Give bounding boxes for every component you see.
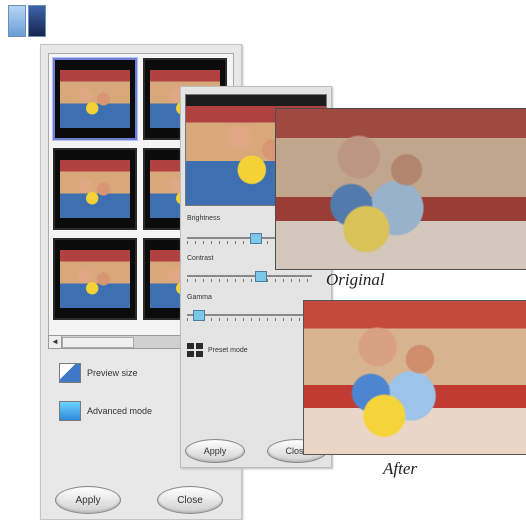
scrollbar-thumb[interactable] [62,337,134,348]
original-caption: Original [326,270,385,289]
brightness-label: Brightness [187,215,221,222]
advanced-apply-button[interactable]: Apply [185,439,245,463]
thumbnail-photo [60,70,130,128]
logo-light-half [8,5,26,37]
slider-ticks [187,279,312,282]
apply-button[interactable]: Apply [55,486,121,514]
app-logo-icon [8,5,46,37]
slider-knob[interactable] [250,233,262,244]
contrast-slider[interactable] [187,271,312,282]
slider-track [187,275,312,277]
slider-ticks [187,318,312,321]
slider-knob[interactable] [193,310,205,321]
thumbnail-1[interactable] [53,58,137,140]
original-photo [275,108,526,270]
advanced-mode-label: Advanced mode [87,406,153,416]
thumbnail-photo [60,160,130,218]
thumbnail-5[interactable] [53,238,137,320]
after-caption: After [383,459,417,478]
preset-mode-label: Preset mode [208,346,248,354]
slider-track [187,314,312,316]
preset-mode-icon[interactable] [187,343,203,357]
gamma-label: Gamma [187,294,212,301]
slider-knob[interactable] [255,271,267,282]
thumbnail-photo [60,250,130,308]
preview-size-option[interactable]: Preview size [59,363,138,383]
contrast-label: Contrast [187,255,214,262]
preview-size-label: Preview size [87,368,138,378]
advanced-mode-option[interactable]: Advanced mode [59,401,152,421]
logo-dark-half [28,5,46,37]
preset-mode-option[interactable]: Preset mode [187,343,248,357]
scroll-left-arrow-icon[interactable]: ◄ [49,336,62,348]
after-photo [303,300,526,455]
gamma-slider[interactable] [187,310,312,321]
close-button[interactable]: Close [157,486,223,514]
advanced-mode-icon[interactable] [59,401,81,421]
preview-size-icon[interactable] [59,363,81,383]
thumbnail-3[interactable] [53,148,137,230]
